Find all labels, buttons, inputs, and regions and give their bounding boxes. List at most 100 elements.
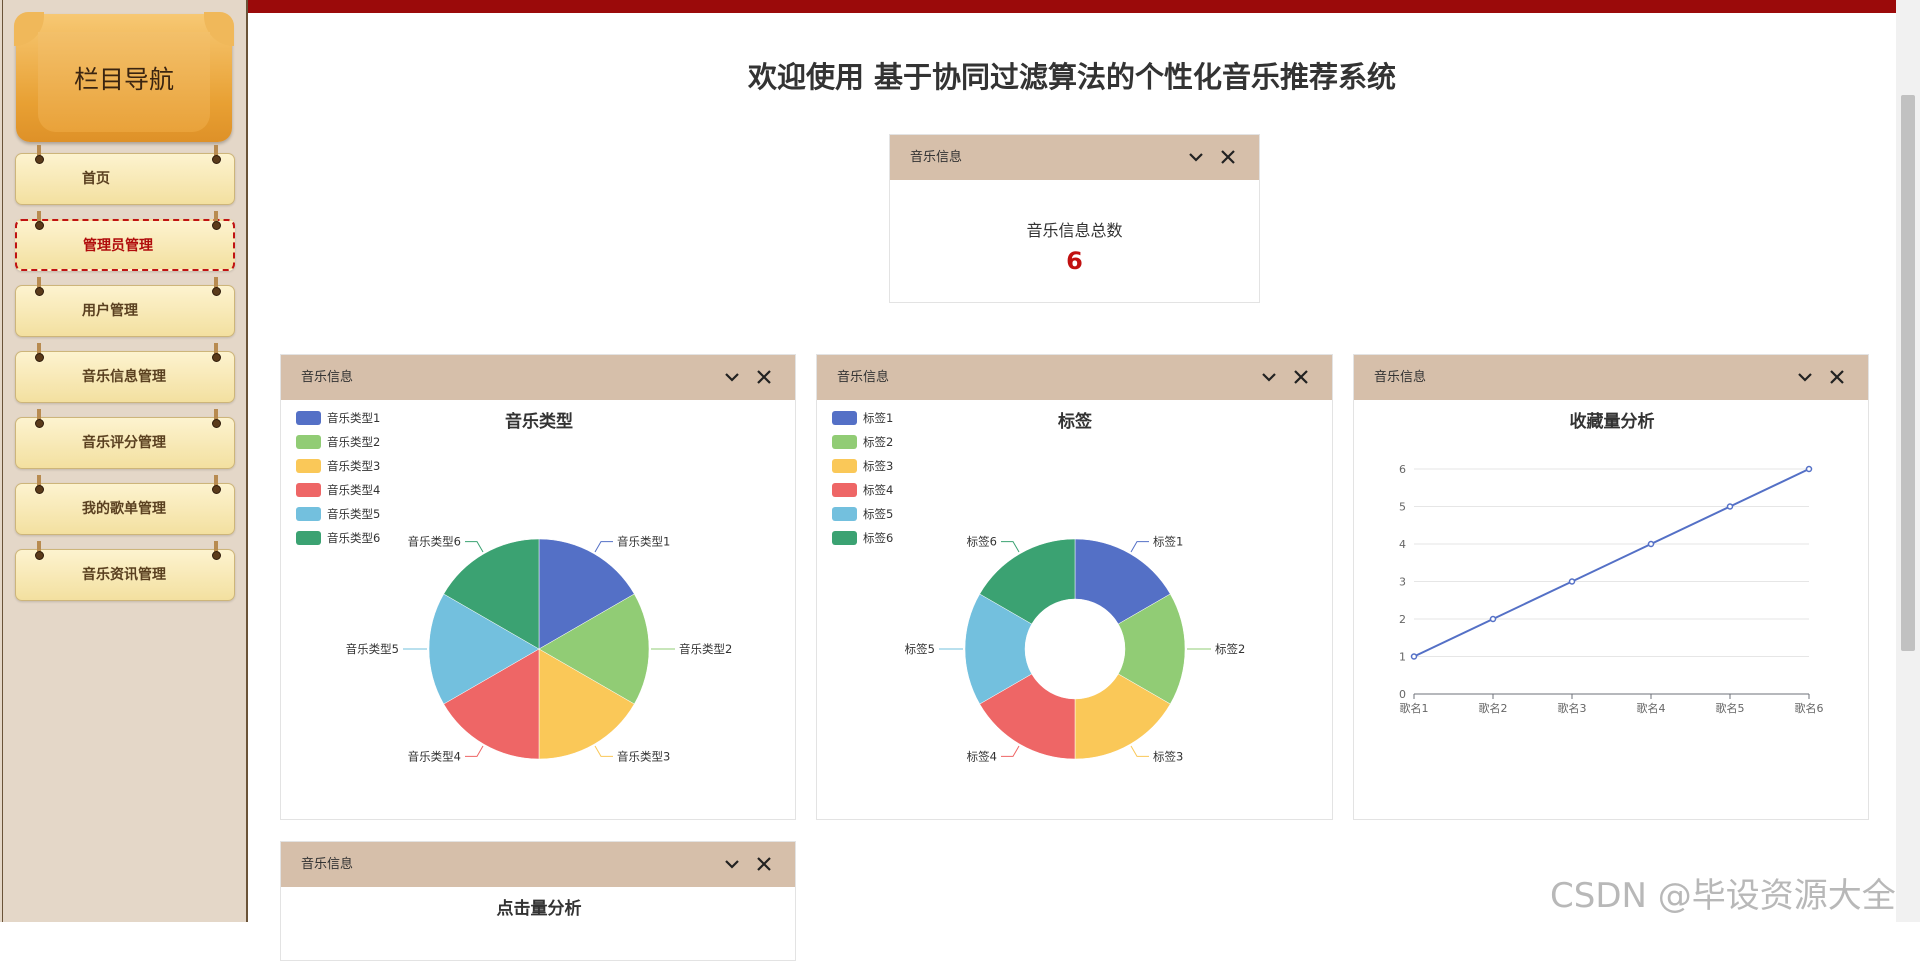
panel-title: 音乐信息	[910, 150, 963, 165]
chevron-down-icon[interactable]	[1792, 364, 1818, 390]
sidebar-item[interactable]: 音乐信息管理	[15, 351, 235, 403]
legend-swatch	[296, 507, 321, 521]
panel-header: 音乐信息	[890, 135, 1259, 180]
knot-decoration	[211, 155, 221, 164]
pie-label: 音乐类型5	[346, 642, 399, 656]
x-tick-label: 歌名3	[1558, 701, 1587, 715]
stat-panel: 音乐信息 音乐信息总数 6	[889, 134, 1260, 303]
chart-panel-clicks: 音乐信息 点击量分析	[280, 841, 796, 961]
label-line	[465, 745, 484, 757]
chart-title: 标签	[1058, 411, 1093, 432]
sidebar-item[interactable]: 管理员管理	[15, 219, 235, 271]
knot-decoration	[34, 419, 44, 428]
y-tick-label: 0	[1399, 688, 1406, 701]
pie-label: 标签5	[905, 642, 935, 656]
pie-label: 标签3	[1153, 749, 1183, 763]
close-icon[interactable]	[1824, 364, 1850, 390]
chart-panel-music-type: 音乐信息 音乐类型 音乐类型1 音乐类型2 音乐类型3 音乐类型4 音乐类型5 音乐类型6 音…	[280, 354, 796, 820]
close-icon[interactable]	[751, 364, 777, 390]
line-chart: 点击量分析	[497, 898, 582, 919]
panel-title: 音乐信息	[301, 370, 354, 385]
legend-swatch	[296, 459, 321, 473]
panel-title: 音乐信息	[301, 857, 354, 872]
knot-decoration	[34, 287, 44, 296]
line-chart: 收藏量分析 0 1 2 3 4 5 6 歌名1 歌名2 歌名3 歌名4 歌名5 歌名6	[1399, 411, 1824, 715]
panel-header: 音乐信息	[1354, 355, 1868, 400]
label-line	[1130, 745, 1149, 757]
knot-decoration	[211, 353, 221, 362]
close-icon[interactable]	[1215, 144, 1241, 170]
donut-chart: 标签标签1标签2标签3标签4标签5标签6 标签1标签2标签3标签4标签5标签6	[832, 411, 1245, 763]
legend-swatch	[296, 411, 321, 425]
data-point	[1726, 503, 1734, 510]
legend-label: 音乐类型2	[327, 435, 380, 449]
sidebar-item[interactable]: 我的歌单管理	[15, 483, 235, 535]
legend-swatch	[832, 507, 857, 521]
data-point	[1489, 615, 1497, 623]
sidebar-item-label: 音乐资讯管理	[82, 567, 166, 583]
legend-swatch	[832, 459, 857, 473]
knot-decoration	[211, 287, 221, 296]
sidebar-item[interactable]: 用户管理	[15, 285, 235, 337]
legend-label: 标签4	[863, 483, 893, 497]
sidebar-item-label: 我的歌单管理	[82, 501, 166, 517]
sidebar-item-label: 音乐评分管理	[82, 435, 166, 451]
pie-label: 音乐类型6	[408, 535, 461, 549]
x-tick-label: 歌名2	[1479, 701, 1508, 715]
data-point	[1805, 465, 1813, 473]
y-tick-label: 5	[1399, 501, 1406, 514]
chevron-down-icon[interactable]	[1183, 144, 1209, 170]
label-line	[594, 541, 613, 553]
x-tick-label: 歌名5	[1716, 701, 1745, 715]
legend-label: 标签6	[863, 531, 893, 545]
y-tick-label: 4	[1399, 538, 1406, 551]
pie-label: 音乐类型4	[408, 749, 461, 763]
chevron-down-icon[interactable]	[1256, 364, 1282, 390]
chart-title: 音乐类型	[505, 411, 573, 432]
sidebar-item[interactable]: 首页	[15, 153, 235, 205]
legend-swatch	[832, 483, 857, 497]
sidebar-item-label: 管理员管理	[83, 238, 153, 254]
chart-panel-tag: 音乐信息 标签 标签1 标签2 标签3 标签4 标签5 标签6 标签1 标签2 标签3 标签4 标签5…	[816, 354, 1333, 820]
chevron-down-icon[interactable]	[719, 851, 745, 877]
chart-panel-favorites: 音乐信息 收藏量分析 0 1 2 3 4 5 6 歌名1 歌名2 歌名3 歌名4 歌名5 歌名6	[1353, 354, 1869, 820]
label-line	[465, 541, 484, 553]
pie-label: 音乐类型1	[617, 535, 670, 549]
legend-label: 标签1	[863, 411, 893, 425]
legend-label: 音乐类型6	[327, 531, 380, 545]
sidebar-item-label: 音乐信息管理	[82, 369, 166, 385]
legend-label: 标签2	[863, 435, 893, 449]
pie-label: 标签1	[1153, 535, 1183, 549]
sidebar-item[interactable]: 音乐评分管理	[15, 417, 235, 469]
scrollbar-thumb[interactable]	[1901, 95, 1915, 651]
y-tick-label: 1	[1399, 651, 1406, 664]
x-tick-label: 歌名1	[1400, 701, 1429, 715]
legend-label: 音乐类型5	[327, 507, 380, 521]
chevron-down-icon[interactable]	[719, 364, 745, 390]
y-tick-label: 3	[1399, 576, 1406, 589]
sidebar-item[interactable]: 音乐资讯管理	[15, 549, 235, 601]
stat-value: 6	[1066, 247, 1083, 275]
pie-label: 标签6	[967, 535, 997, 549]
series-line	[1413, 468, 1810, 658]
label-line	[594, 745, 613, 757]
legend-label: 标签3	[863, 459, 893, 473]
pie-chart: 音乐类型音乐类型1音乐类型2音乐类型3音乐类型4音乐类型5音乐类型6 音乐类型1音…	[296, 411, 732, 763]
close-icon[interactable]	[1288, 364, 1314, 390]
close-icon[interactable]	[751, 851, 777, 877]
panel-header: 音乐信息	[817, 355, 1332, 400]
knot-decoration	[34, 221, 44, 230]
page-title: 欢迎使用 基于协同过滤算法的个性化音乐推荐系统	[747, 60, 1397, 94]
legend-label: 音乐类型1	[327, 411, 380, 425]
label-line	[1130, 541, 1149, 553]
knot-decoration	[34, 485, 44, 494]
knot-decoration	[34, 353, 44, 362]
panel-title: 音乐信息	[1374, 370, 1427, 385]
pie-label: 音乐类型3	[617, 749, 670, 763]
pie-label: 标签2	[1215, 642, 1245, 656]
legend-swatch	[296, 483, 321, 497]
sidebar-item-label: 用户管理	[82, 303, 138, 319]
legend-swatch	[296, 435, 321, 449]
knot-decoration	[211, 419, 221, 428]
sidebar-item-label: 首页	[82, 171, 110, 187]
